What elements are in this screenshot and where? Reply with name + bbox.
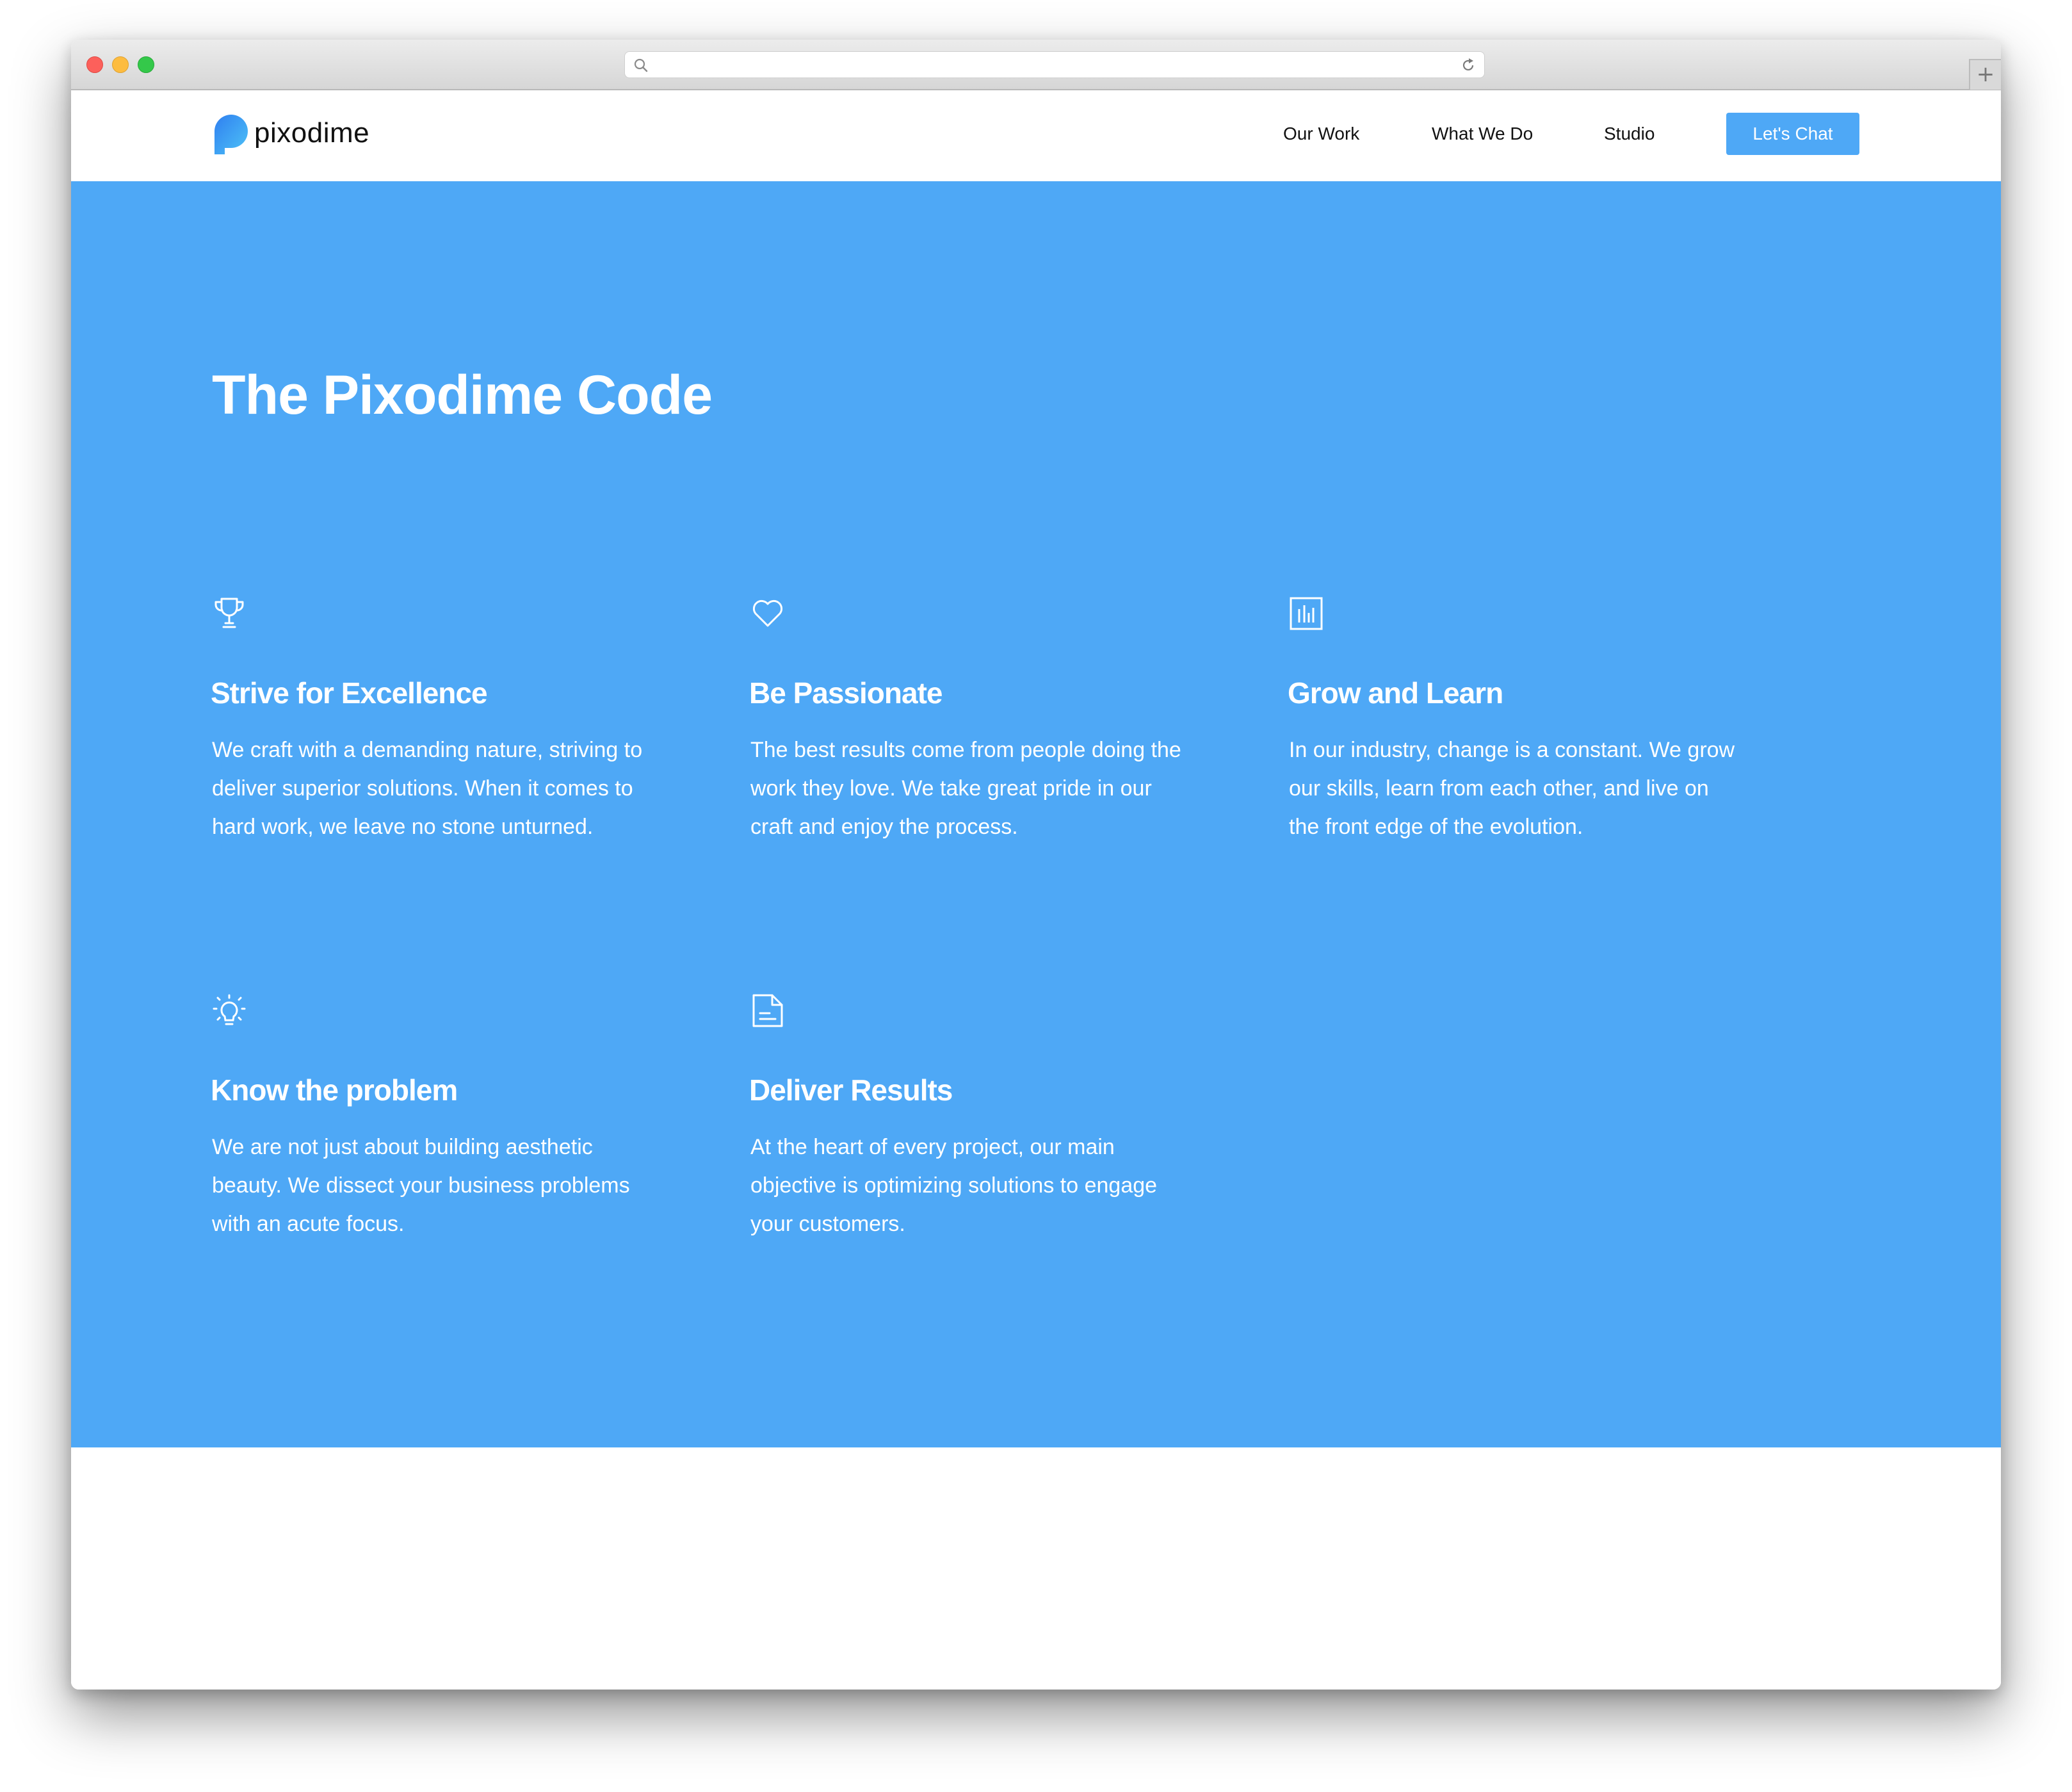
zoom-window-button[interactable] xyxy=(138,56,154,73)
trophy-icon xyxy=(214,598,244,628)
value-card-title: Grow and Learn xyxy=(1288,676,1503,710)
value-card-title: Deliver Results xyxy=(749,1073,953,1107)
value-card-title: Know the problem xyxy=(211,1073,458,1107)
logo-text: pixodime xyxy=(254,117,370,149)
close-window-button[interactable] xyxy=(86,56,103,73)
reload-icon[interactable] xyxy=(1460,57,1477,74)
value-card-text: In our industry, change is a constant. W… xyxy=(1289,738,1735,839)
page-footer-space xyxy=(71,1447,2001,1690)
value-card-title: Strive for Excellence xyxy=(211,676,488,710)
value-card-text: We craft with a demanding nature, strivi… xyxy=(212,738,643,839)
value-card-text: We are not just about building aesthetic… xyxy=(212,1135,630,1236)
nav-our-work[interactable]: Our Work xyxy=(1283,124,1359,144)
site-header: pixodime Our Work What We Do Studio Let'… xyxy=(71,90,2001,181)
value-card-text: At the heart of every project, our main … xyxy=(750,1135,1158,1236)
section-title: The Pixodime Code xyxy=(212,364,713,426)
nav-what-we-do[interactable]: What We Do xyxy=(1432,124,1533,144)
minimize-window-button[interactable] xyxy=(112,56,129,73)
pixodime-logo-icon xyxy=(214,115,248,154)
new-tab-button[interactable]: + xyxy=(1969,59,2001,90)
bar-chart-icon xyxy=(1290,597,1323,630)
address-bar[interactable] xyxy=(624,51,1485,78)
heart-icon xyxy=(752,599,783,627)
browser-window: + pixodime Our Work What We Do Studio Le… xyxy=(71,40,2001,1690)
lightbulb-icon xyxy=(213,994,246,1025)
search-icon xyxy=(634,58,648,72)
document-icon xyxy=(752,994,783,1027)
logo[interactable]: pixodime xyxy=(212,112,369,154)
nav-studio[interactable]: Studio xyxy=(1604,124,1655,144)
browser-titlebar: + xyxy=(71,40,2001,90)
code-section: The Pixodime Code Strive for Excellence … xyxy=(71,181,2001,1447)
lets-chat-button[interactable]: Let's Chat xyxy=(1726,113,1859,155)
value-card-text: The best results come from people doing … xyxy=(750,738,1181,839)
value-card-title: Be Passionate xyxy=(749,676,943,710)
